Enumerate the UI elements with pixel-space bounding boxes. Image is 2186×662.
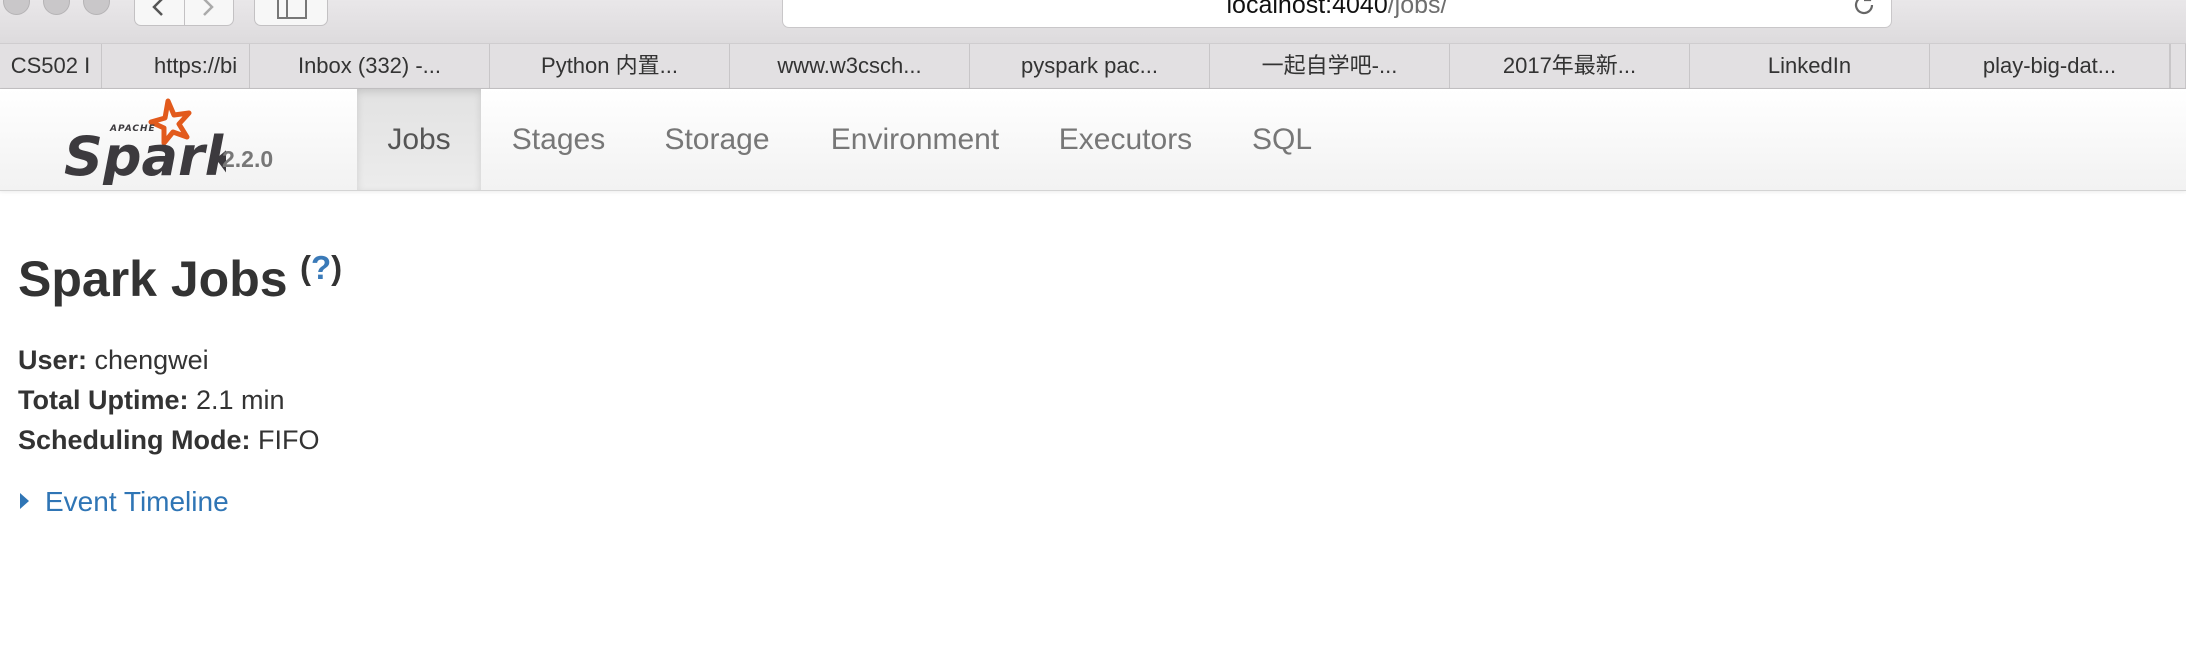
help-paren-close: ) [331,249,343,286]
tab-executors[interactable]: Executors [1042,89,1209,190]
zoom-window-icon[interactable] [83,0,110,15]
user-label: User: [18,345,88,375]
scheduling-mode-info: Scheduling Mode: FIFO [18,425,320,456]
tab-sql[interactable]: SQL [1236,89,1328,190]
tab-environment[interactable]: Environment [810,89,1020,190]
tab-stages[interactable]: Stages [495,89,622,190]
uptime-info: Total Uptime: 2.1 min [18,385,285,416]
bookmark-item[interactable]: pyspark pac... [970,44,1210,88]
sidebar-icon [277,0,307,19]
forward-button[interactable] [185,0,234,25]
scheduling-mode-label: Scheduling Mode: [18,425,251,455]
bookmark-item[interactable]: 2017年最新... [1450,44,1690,88]
page-title: Spark Jobs [18,251,288,307]
address-path: /jobs/ [1387,0,1448,19]
bookmark-item[interactable]: www.w3csch... [730,44,970,88]
chevron-left-icon [152,0,163,16]
history-nav [134,0,234,26]
bookmark-item[interactable]: Python 内置... [490,44,730,88]
event-timeline-label: Event Timeline [45,486,229,517]
close-window-icon[interactable] [3,0,30,15]
spark-navbar: Spark APACHE 2.2.0 Jobs Stages Storage E… [0,89,2186,191]
bookmark-item[interactable]: LinkedIn [1690,44,1930,88]
address-host: localhost:4040 [1226,0,1388,19]
sidebar-toggle-button[interactable] [254,0,328,26]
event-timeline-toggle[interactable]: Event Timeline [20,486,229,518]
apache-label: APACHE [109,124,156,134]
spark-logo-text: Spark [64,125,226,185]
address-bar[interactable]: localhost:4040/jobs/ [782,0,1892,28]
user-value: chengwei [94,345,209,375]
minimize-window-icon[interactable] [43,0,70,15]
bookmark-item[interactable]: 一起自学吧-... [1210,44,1450,88]
spark-version: 2.2.0 [222,146,274,172]
help-link[interactable]: (?) [300,249,342,287]
chevron-right-icon [203,0,214,16]
tab-jobs[interactable]: Jobs [357,89,481,190]
bookmarks-bar: CS502 I https://bi Inbox (332) -... Pyth… [0,43,2186,89]
reload-icon[interactable] [1851,0,1877,18]
spark-logo-icon: Spark APACHE [64,98,244,188]
help-icon[interactable]: ? [311,249,331,286]
bookmark-item[interactable]: CS502 I [0,44,102,88]
tab-storage[interactable]: Storage [647,89,787,190]
bookmark-item[interactable]: play-big-dat... [1930,44,2170,88]
scheduling-mode-value: FIFO [258,425,320,455]
bookmark-item[interactable]: Inbox (332) -... [250,44,490,88]
user-info: User: chengwei [18,345,209,376]
uptime-value: 2.1 min [196,385,285,415]
bookmark-overflow[interactable] [2170,44,2186,88]
bookmark-item[interactable]: https://bi [102,44,250,88]
back-button[interactable] [135,0,184,25]
caret-right-icon [20,492,29,509]
help-paren-open: ( [300,249,311,286]
browser-toolbar: localhost:4040/jobs/ [0,0,2186,43]
uptime-label: Total Uptime: [18,385,189,415]
